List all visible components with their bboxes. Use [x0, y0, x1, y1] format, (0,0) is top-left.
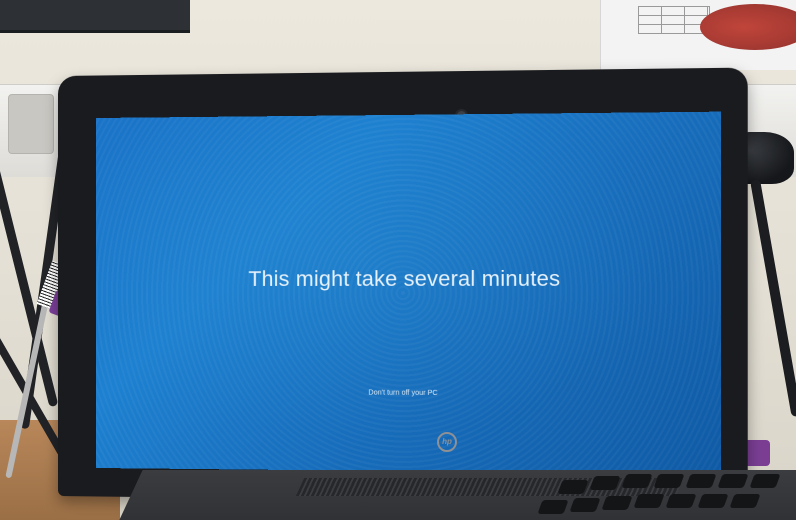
keyboard-key	[729, 494, 761, 508]
keyboard	[520, 474, 790, 520]
keyboard-key	[749, 474, 781, 488]
notice-table	[638, 6, 710, 34]
keyboard-key	[665, 494, 697, 508]
monitor-edge	[0, 0, 190, 33]
keyboard-key	[717, 474, 749, 488]
keyboard-key	[601, 496, 633, 510]
keyboard-key	[621, 474, 653, 488]
keyboard-key	[633, 494, 665, 508]
photo-scene: This might take several minutes Don't tu…	[0, 0, 796, 520]
keyboard-key	[589, 476, 621, 490]
update-sub-message: Don't turn off your PC	[368, 389, 438, 398]
keyboard-key	[653, 474, 685, 488]
keyboard-key	[537, 500, 569, 514]
wall-socket	[8, 94, 54, 154]
laptop-screen: This might take several minutes Don't tu…	[96, 111, 722, 475]
hp-logo-icon: hp	[437, 432, 457, 452]
keyboard-key	[685, 474, 717, 488]
keyboard-key	[697, 494, 729, 508]
keyboard-key	[557, 480, 589, 494]
update-main-message: This might take several minutes	[248, 267, 561, 291]
keyboard-key	[569, 498, 601, 512]
